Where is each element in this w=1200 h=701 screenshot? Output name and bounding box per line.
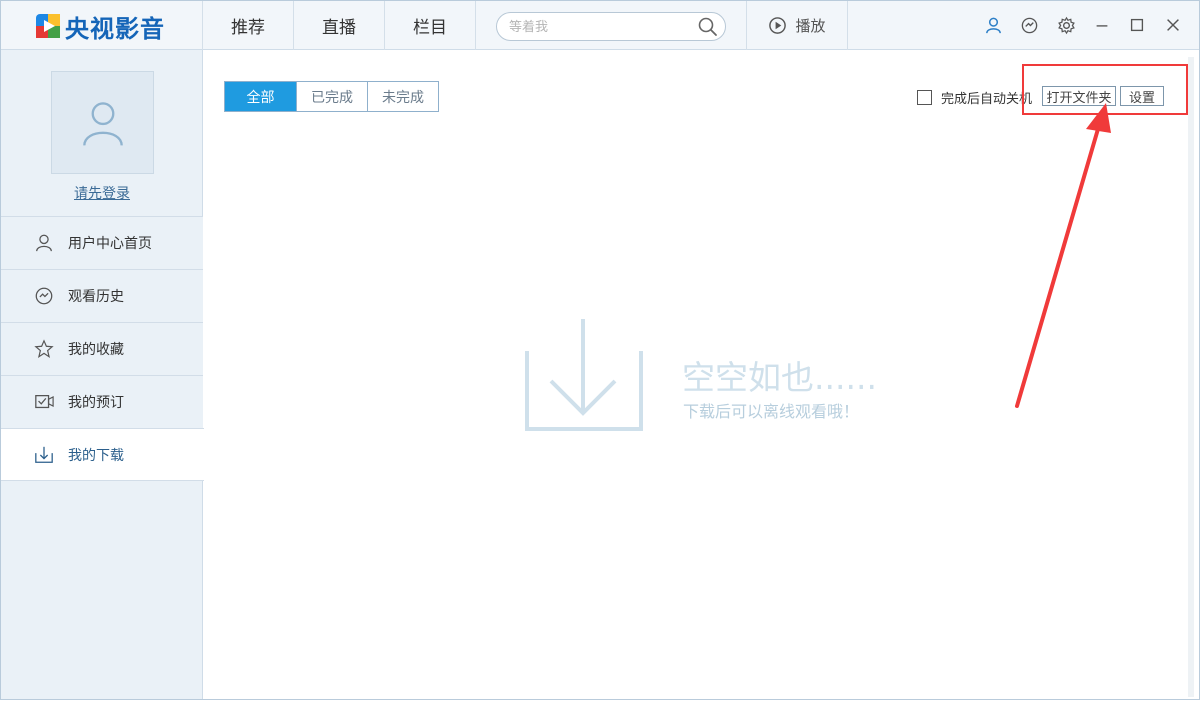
login-link[interactable]: 请先登录: [1, 183, 203, 203]
tab-columns[interactable]: 栏目: [385, 1, 475, 50]
maximize-icon[interactable]: [1127, 15, 1147, 35]
play-button[interactable]: 播放: [747, 1, 847, 50]
app-logo[interactable]: 央视影音: [35, 11, 165, 43]
avatar-placeholder-icon: [82, 101, 123, 146]
gear-icon[interactable]: [1056, 15, 1076, 35]
app-window: 央视影音 推荐 直播 栏目 播放: [0, 0, 1200, 700]
logo-icon: [36, 14, 60, 38]
sidebar-item-label: 我的收藏: [68, 342, 124, 358]
sidebar-item-user-center[interactable]: 用户中心首页: [1, 216, 203, 269]
avatar[interactable]: [51, 71, 154, 174]
search-icon[interactable]: [697, 16, 719, 38]
sidebar-item-label: 用户中心首页: [68, 236, 152, 252]
nav-divider: [847, 1, 848, 50]
user-icon[interactable]: [983, 15, 1003, 35]
nav-divider: [475, 1, 476, 50]
sidebar-item-label: 我的预订: [68, 395, 124, 411]
sidebar-menu: 用户中心首页 观看历史 我的收藏 我的预订 我的下载: [1, 216, 204, 481]
search-input[interactable]: [509, 18, 689, 36]
minimize-icon[interactable]: [1092, 15, 1112, 35]
empty-download-icon: [525, 319, 643, 431]
sidebar-item-reservations[interactable]: 我的预订: [1, 375, 203, 428]
search-box: [496, 12, 726, 41]
reservation-icon: [34, 391, 56, 413]
user-icon: [34, 232, 56, 254]
filter-all[interactable]: 全部: [225, 82, 296, 111]
sidebar-item-label: 我的下载: [68, 447, 124, 464]
play-circle-icon: [769, 17, 787, 34]
filter-incomplete[interactable]: 未完成: [367, 82, 438, 111]
sidebar: 请先登录 用户中心首页 观看历史 我的收藏 我的预订 我的下载: [1, 50, 204, 699]
close-icon[interactable]: [1163, 15, 1183, 35]
logo-text: 央视影音: [65, 14, 165, 43]
play-label: 播放: [795, 17, 826, 35]
top-bar: 央视影音 推荐 直播 栏目 播放: [1, 1, 1199, 50]
sidebar-item-downloads[interactable]: 我的下载: [1, 428, 204, 481]
auto-shutdown-label: 完成后自动关机: [941, 92, 1033, 107]
star-icon: [34, 338, 56, 360]
history-icon: [34, 285, 56, 307]
tab-live[interactable]: 直播: [294, 1, 384, 50]
empty-state-subtitle: 下载后可以离线观看哦！: [683, 402, 860, 421]
sidebar-item-history[interactable]: 观看历史: [1, 269, 203, 322]
auto-shutdown-checkbox[interactable]: [917, 90, 932, 105]
scrollbar[interactable]: [1188, 57, 1194, 697]
filter-completed[interactable]: 已完成: [296, 82, 367, 111]
sidebar-item-label: 观看历史: [68, 289, 124, 305]
annotation-highlight-box: [1022, 64, 1188, 115]
sidebar-item-favorites[interactable]: 我的收藏: [1, 322, 203, 375]
message-icon[interactable]: [1019, 15, 1039, 35]
empty-state-title: 空空如也......: [682, 358, 877, 397]
tab-recommend[interactable]: 推荐: [203, 1, 293, 50]
download-icon: [34, 444, 56, 466]
filter-tabs: 全部 已完成 未完成: [224, 81, 439, 112]
auto-shutdown-option[interactable]: 完成后自动关机: [917, 88, 1032, 107]
